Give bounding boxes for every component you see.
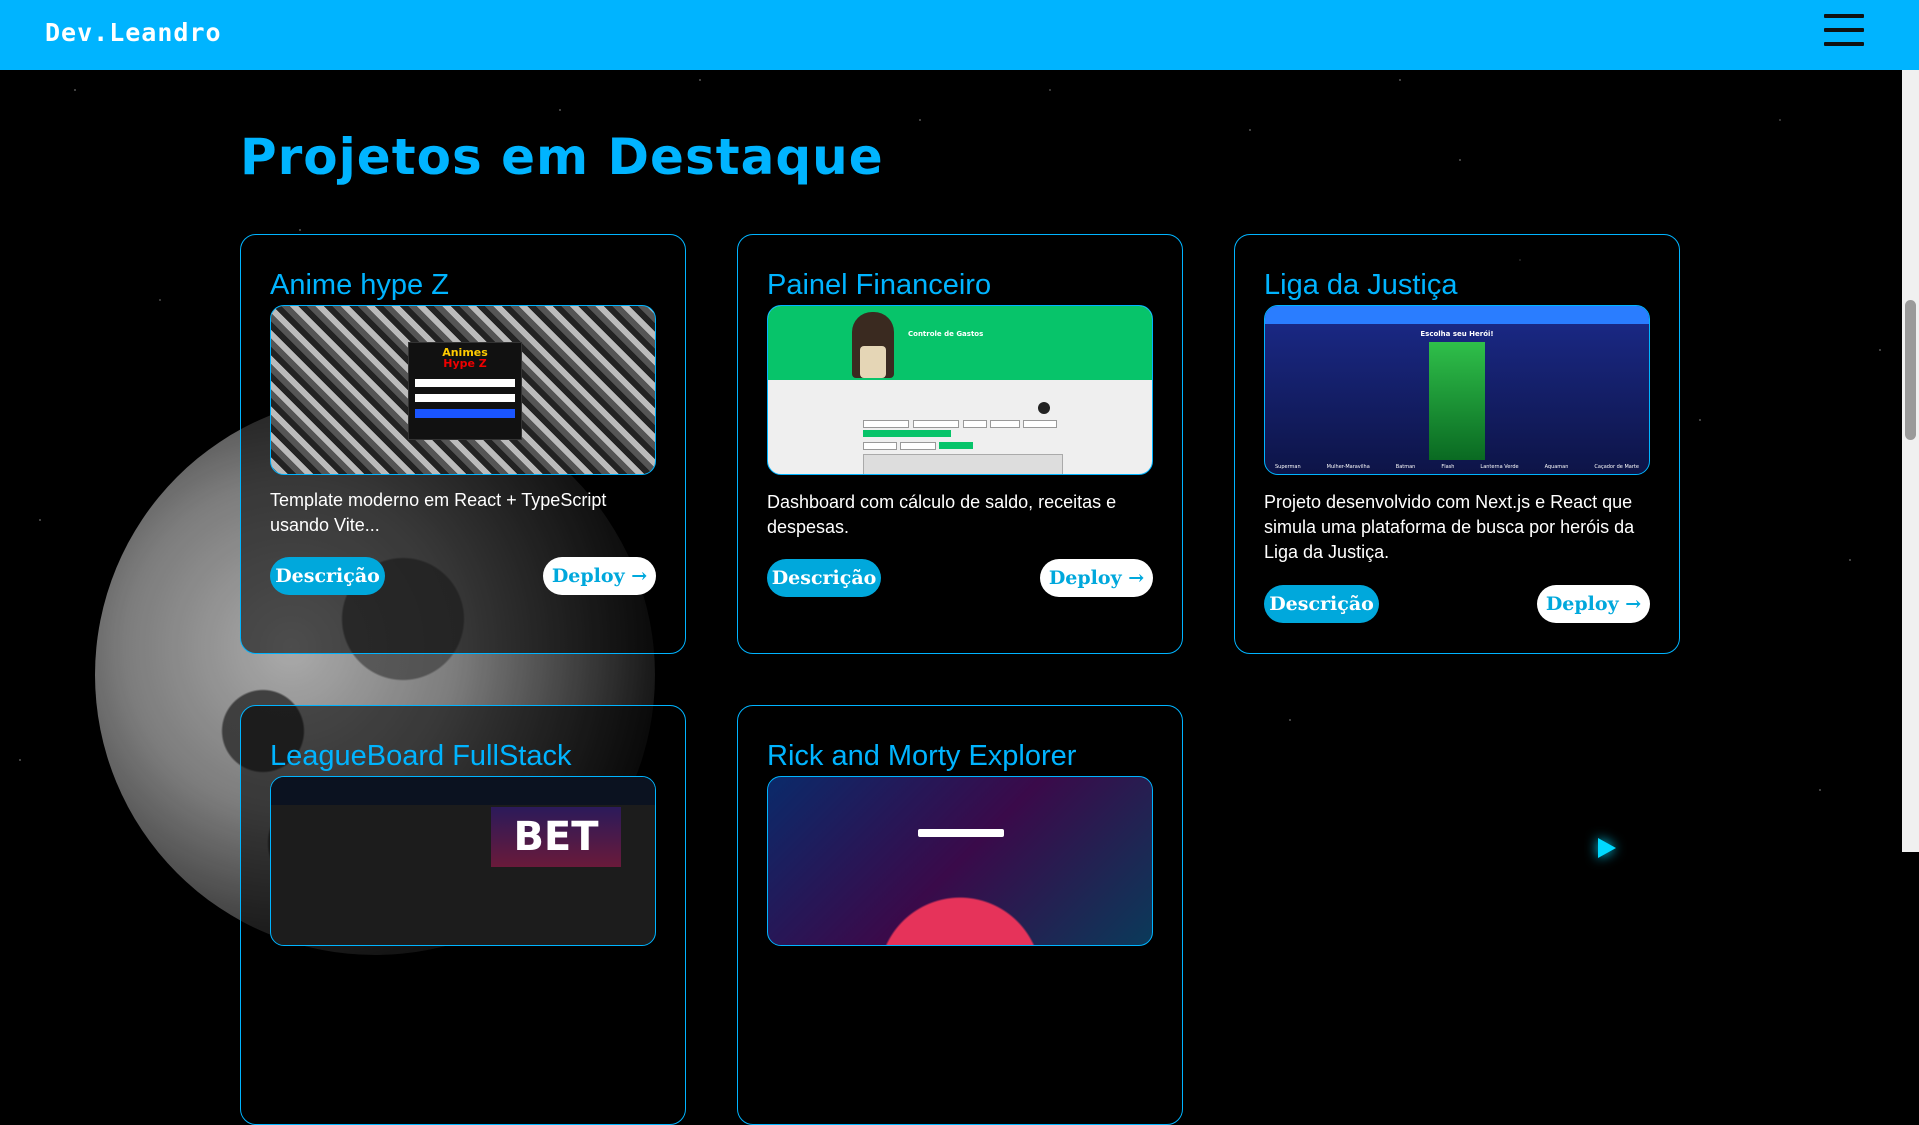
project-screenshot[interactable]: Controle de Gastos	[767, 305, 1153, 475]
deploy-button[interactable]: Deploy →	[1537, 585, 1650, 623]
thumb-submit	[415, 409, 515, 418]
project-description: Dashboard com cálculo de saldo, receitas…	[767, 492, 1117, 537]
thumb-person-image	[852, 312, 894, 378]
thumb-button	[863, 430, 951, 437]
project-screenshot[interactable]: Animes Hype Z	[270, 305, 656, 475]
thumb-hero-list: Superman Mulher-Maravilha Batman Flash L…	[1275, 464, 1639, 470]
thumb-navbar	[271, 777, 655, 805]
thumb-search-bar	[918, 829, 1004, 837]
thumb-heading: Controle de Gastos	[908, 330, 984, 338]
thumb-banner: BET	[491, 807, 621, 867]
thumb-logo: Animes Hype Z	[409, 347, 521, 369]
theme-toggle-icon	[1038, 402, 1050, 414]
thumb-hero-name: Superman	[1275, 464, 1301, 470]
scrollbar-track[interactable]	[1902, 70, 1919, 852]
thumb-hero-name: Flash	[1441, 464, 1455, 470]
deploy-button[interactable]: Deploy →	[543, 557, 656, 595]
thumb-hero-name: Aquaman	[1544, 464, 1569, 470]
project-title: Rick and Morty Explorer	[767, 740, 1077, 772]
project-description: Template moderno em React + TypeScript u…	[270, 490, 607, 535]
menu-bar	[1824, 14, 1864, 18]
project-title: Painel Financeiro	[767, 269, 992, 301]
thumb-input	[990, 420, 1020, 428]
project-screenshot[interactable]: Escolha seu Herói! Superman Mulher-Marav…	[1264, 305, 1650, 475]
thumb-button	[939, 442, 973, 449]
thumb-field	[415, 394, 515, 402]
thumb-input	[863, 442, 897, 450]
menu-bar	[1824, 42, 1864, 46]
thumb-field	[415, 379, 515, 387]
thumb-hero-name: Batman	[1395, 464, 1416, 470]
thumb-heading: Escolha seu Herói!	[1420, 330, 1494, 338]
project-card-leagueboard: LeagueBoard FullStack BET	[240, 705, 686, 1125]
scrollbar-thumb[interactable]	[1905, 300, 1916, 440]
section-title: Projetos em Destaque	[240, 128, 884, 186]
project-card-painel-financeiro: Painel Financeiro Controle de Gastos Das…	[737, 234, 1183, 654]
project-title: Anime hype Z	[270, 269, 449, 301]
thumb-logo-bottom: Hype Z	[443, 357, 487, 370]
project-card-rick-and-morty: Rick and Morty Explorer	[737, 705, 1183, 1125]
thumb-input	[1023, 420, 1057, 428]
project-title: LeagueBoard FullStack	[270, 740, 572, 772]
login-panel-preview: Animes Hype Z	[408, 342, 522, 440]
thumb-header-band	[768, 306, 1152, 380]
thumb-input	[900, 442, 936, 450]
thumb-navbar	[1265, 306, 1649, 324]
thumb-hero-name: Mulher-Maravilha	[1326, 464, 1370, 470]
description-button[interactable]: Descrição	[767, 559, 881, 597]
brand-logo[interactable]: Dev.Leandro	[45, 18, 222, 47]
project-screenshot[interactable]: BET	[270, 776, 656, 946]
thumb-hero-name: Lanterna Verde	[1480, 464, 1519, 470]
thumb-input	[963, 420, 987, 428]
thumb-summary-box	[863, 454, 1063, 474]
project-card-anime-hype-z: Anime hype Z Animes Hype Z Template moder…	[240, 234, 686, 654]
thumb-input	[863, 420, 909, 428]
hamburger-menu-icon[interactable]	[1824, 14, 1864, 50]
description-button[interactable]: Descrição	[270, 557, 385, 595]
top-navbar: Dev.Leandro	[0, 0, 1919, 70]
deploy-button[interactable]: Deploy →	[1040, 559, 1153, 597]
description-button[interactable]: Descrição	[1264, 585, 1379, 623]
project-screenshot[interactable]	[767, 776, 1153, 946]
project-description: Projeto desenvolvido com Next.js e React…	[1264, 492, 1635, 562]
project-title: Liga da Justiça	[1264, 269, 1458, 301]
project-card-liga-da-justica: Liga da Justiça Escolha seu Herói! Super…	[1234, 234, 1680, 654]
glowing-arrow-icon	[1598, 838, 1616, 858]
menu-bar	[1824, 28, 1864, 32]
thumb-hero-image	[1429, 342, 1485, 460]
thumb-hero-name: Caçador de Marte	[1594, 464, 1639, 470]
thumb-input	[913, 420, 959, 428]
